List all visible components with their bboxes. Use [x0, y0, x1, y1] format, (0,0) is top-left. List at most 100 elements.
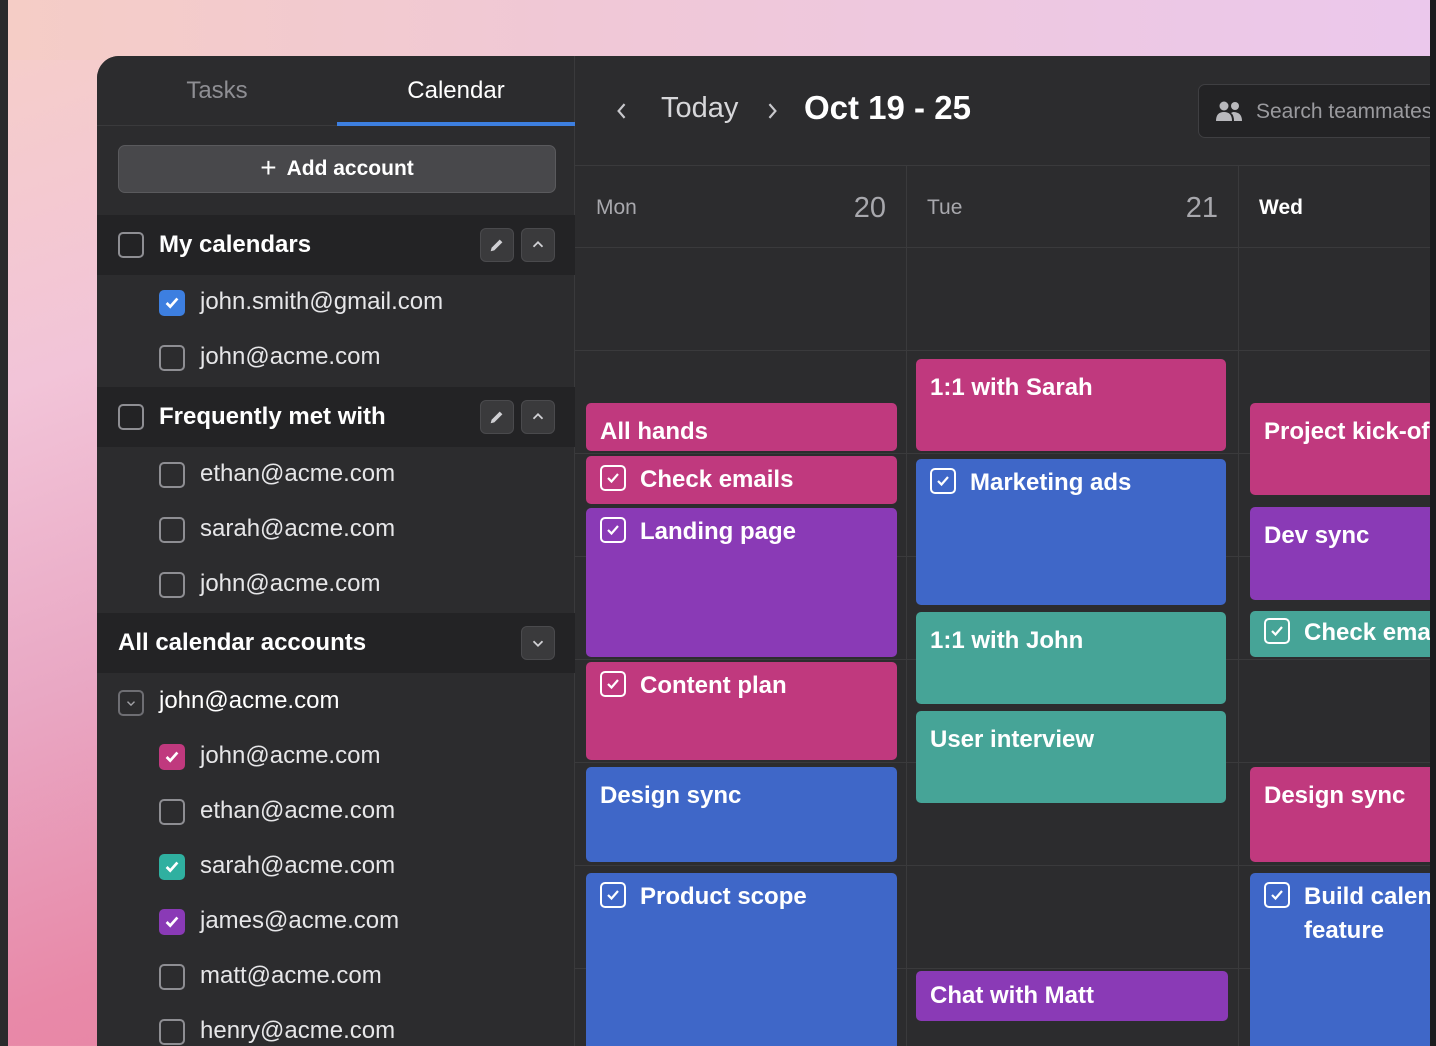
day-number: 21 [1185, 192, 1218, 224]
calendar-item-label: ethan@acme.com [200, 460, 396, 487]
checkbox[interactable] [159, 1019, 185, 1045]
check-icon[interactable] [1264, 617, 1290, 644]
check-icon[interactable] [1264, 881, 1290, 908]
calendar-item[interactable]: sarah@acme.com [97, 840, 575, 895]
search-teammates-input[interactable]: Search teammates [1198, 84, 1430, 138]
check-icon[interactable] [930, 467, 956, 494]
screen-edge-right [1430, 0, 1436, 1046]
day-name: Mon [596, 196, 637, 219]
task-event[interactable]: Build calendar feature [1250, 873, 1430, 1046]
app-window: Tasks Calendar + Add account My calendar… [97, 56, 1430, 1046]
calendar-item[interactable]: sarah@acme.com [97, 503, 575, 558]
chevron-down-icon[interactable] [118, 690, 144, 716]
grid-line [906, 166, 907, 1046]
checkbox[interactable] [159, 964, 185, 990]
day-name: Tue [927, 196, 963, 219]
calendar-item-label: henry@acme.com [200, 1017, 396, 1044]
task-event[interactable]: Marketing ads [916, 459, 1226, 605]
tab-calendar[interactable]: Calendar [337, 56, 575, 126]
people-icon [1216, 101, 1242, 121]
calendar-item-label: sarah@acme.com [200, 515, 396, 542]
calendar-item-label: sarah@acme.com [200, 852, 396, 879]
chevron-up-icon[interactable] [521, 400, 555, 434]
day-number: 20 [853, 192, 886, 224]
checkbox[interactable] [159, 345, 185, 371]
event-title: Dev sync [1264, 522, 1370, 549]
event[interactable]: User interview [916, 711, 1226, 803]
event-title: Build calendar [1304, 883, 1430, 910]
chevron-left-icon[interactable] [613, 98, 631, 124]
checkbox[interactable] [159, 517, 185, 543]
calendar-item[interactable]: ethan@acme.com [97, 785, 575, 840]
checkbox-checked[interactable] [159, 854, 185, 880]
section-frequently-met: Frequently met with [97, 387, 575, 447]
event-title: Marketing ads [970, 469, 1132, 496]
add-account-button[interactable]: + Add account [118, 145, 556, 193]
today-button[interactable]: Today [661, 92, 738, 125]
check-icon[interactable] [600, 516, 626, 543]
task-event[interactable]: Check emails [586, 456, 897, 504]
event-title: 1:1 with Sarah [930, 374, 1093, 401]
section-all-accounts: All calendar accounts [97, 613, 575, 673]
event[interactable]: Chat with Matt [916, 971, 1228, 1021]
event-title: User interview [930, 726, 1095, 753]
task-event[interactable]: Landing page [586, 508, 897, 657]
checkbox-checked[interactable] [159, 290, 185, 316]
calendar-main: Today Oct 19 - 25 Search teammates Mon 2… [575, 56, 1430, 1046]
event[interactable]: 1:1 with Sarah [916, 359, 1226, 451]
checkbox[interactable] [159, 462, 185, 488]
background-gradient [8, 0, 1430, 60]
event[interactable]: All hands [586, 403, 897, 451]
check-icon[interactable] [600, 670, 626, 697]
add-account-label: Add account [286, 157, 414, 180]
checkbox-checked[interactable] [159, 744, 185, 770]
event-title: Design sync [1264, 782, 1406, 809]
calendar-item[interactable]: ethan@acme.com [97, 448, 575, 503]
edit-pencil-icon[interactable] [480, 400, 514, 434]
calendar-item[interactable]: john@acme.com [97, 558, 575, 613]
calendar-item-label: james@acme.com [200, 907, 400, 934]
day-header-tue[interactable]: Tue 21 [906, 166, 1238, 248]
event[interactable]: Design sync [586, 767, 897, 862]
calendar-item[interactable]: matt@acme.com [97, 950, 575, 1005]
active-tab-indicator [337, 122, 575, 126]
event[interactable]: Project kick-off [1250, 403, 1430, 495]
calendar-item[interactable]: john.smith@gmail.com [97, 276, 575, 331]
event[interactable]: Design sync [1250, 767, 1430, 862]
day-name: Wed [1259, 196, 1303, 219]
chevron-right-icon[interactable] [763, 98, 781, 124]
account-row[interactable]: john@acme.com [97, 675, 575, 730]
checkbox[interactable] [159, 572, 185, 598]
frequently-met-checkbox[interactable] [118, 404, 144, 430]
calendar-item[interactable]: john@acme.com [97, 730, 575, 785]
event[interactable]: Dev sync [1250, 507, 1430, 600]
event-title: Landing page [640, 518, 796, 545]
chevron-down-icon[interactable] [521, 626, 555, 660]
search-placeholder: Search teammates [1256, 100, 1430, 123]
task-event[interactable]: Product scope [586, 873, 897, 1046]
event-title: Check emails [640, 466, 794, 493]
checkbox-checked[interactable] [159, 909, 185, 935]
event-title: All hands [600, 418, 709, 445]
section-my-calendars: My calendars [97, 215, 575, 275]
tab-tasks[interactable]: Tasks [97, 56, 337, 126]
grid-line [575, 865, 1430, 866]
check-icon[interactable] [600, 881, 626, 908]
edit-pencil-icon[interactable] [480, 228, 514, 262]
calendar-item[interactable]: james@acme.com [97, 895, 575, 950]
section-title: Frequently met with [159, 403, 386, 430]
my-calendars-checkbox[interactable] [118, 232, 144, 258]
event-title: Project kick-off [1264, 418, 1430, 445]
calendar-item[interactable]: henry@acme.com [97, 1005, 575, 1046]
check-icon[interactable] [600, 464, 626, 491]
task-event[interactable]: Content plan [586, 662, 897, 760]
event-title: Check emails [1304, 619, 1430, 646]
chevron-up-icon[interactable] [521, 228, 555, 262]
calendar-item[interactable]: john@acme.com [97, 331, 575, 386]
day-header-mon[interactable]: Mon 20 [575, 166, 906, 248]
day-header-wed[interactable]: Wed [1238, 166, 1430, 248]
event[interactable]: 1:1 with John [916, 612, 1226, 704]
task-event[interactable]: Check emails [1250, 611, 1430, 657]
account-label: john@acme.com [159, 687, 340, 714]
checkbox[interactable] [159, 799, 185, 825]
